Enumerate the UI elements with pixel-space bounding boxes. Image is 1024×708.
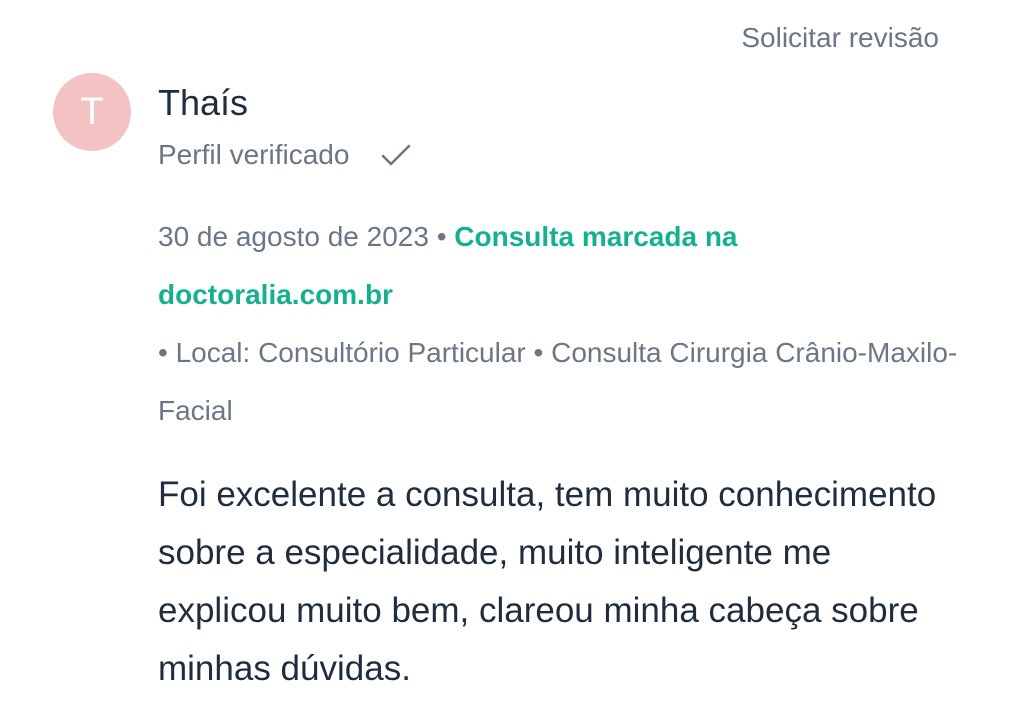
checkmark-icon [379,138,413,172]
solicitar-revisao-link[interactable]: Solicitar revisão [741,22,939,54]
review-meta: 30 de agosto de 2023 • Consulta marcada … [158,208,978,440]
verified-label: Perfil verificado [158,139,350,170]
author-name: Thaís [158,82,249,123]
avatar: T [53,73,131,151]
verified-profile: Perfil verificado [158,138,413,172]
review-date: 30 de agosto de 2023 [158,221,429,252]
review-location-details: • Local: Consultório Particular • Consul… [158,337,958,426]
avatar-initial: T [80,90,104,133]
meta-separator: • [428,221,455,252]
review-text: Foi excelente a consulta, tem muito conh… [158,475,937,688]
